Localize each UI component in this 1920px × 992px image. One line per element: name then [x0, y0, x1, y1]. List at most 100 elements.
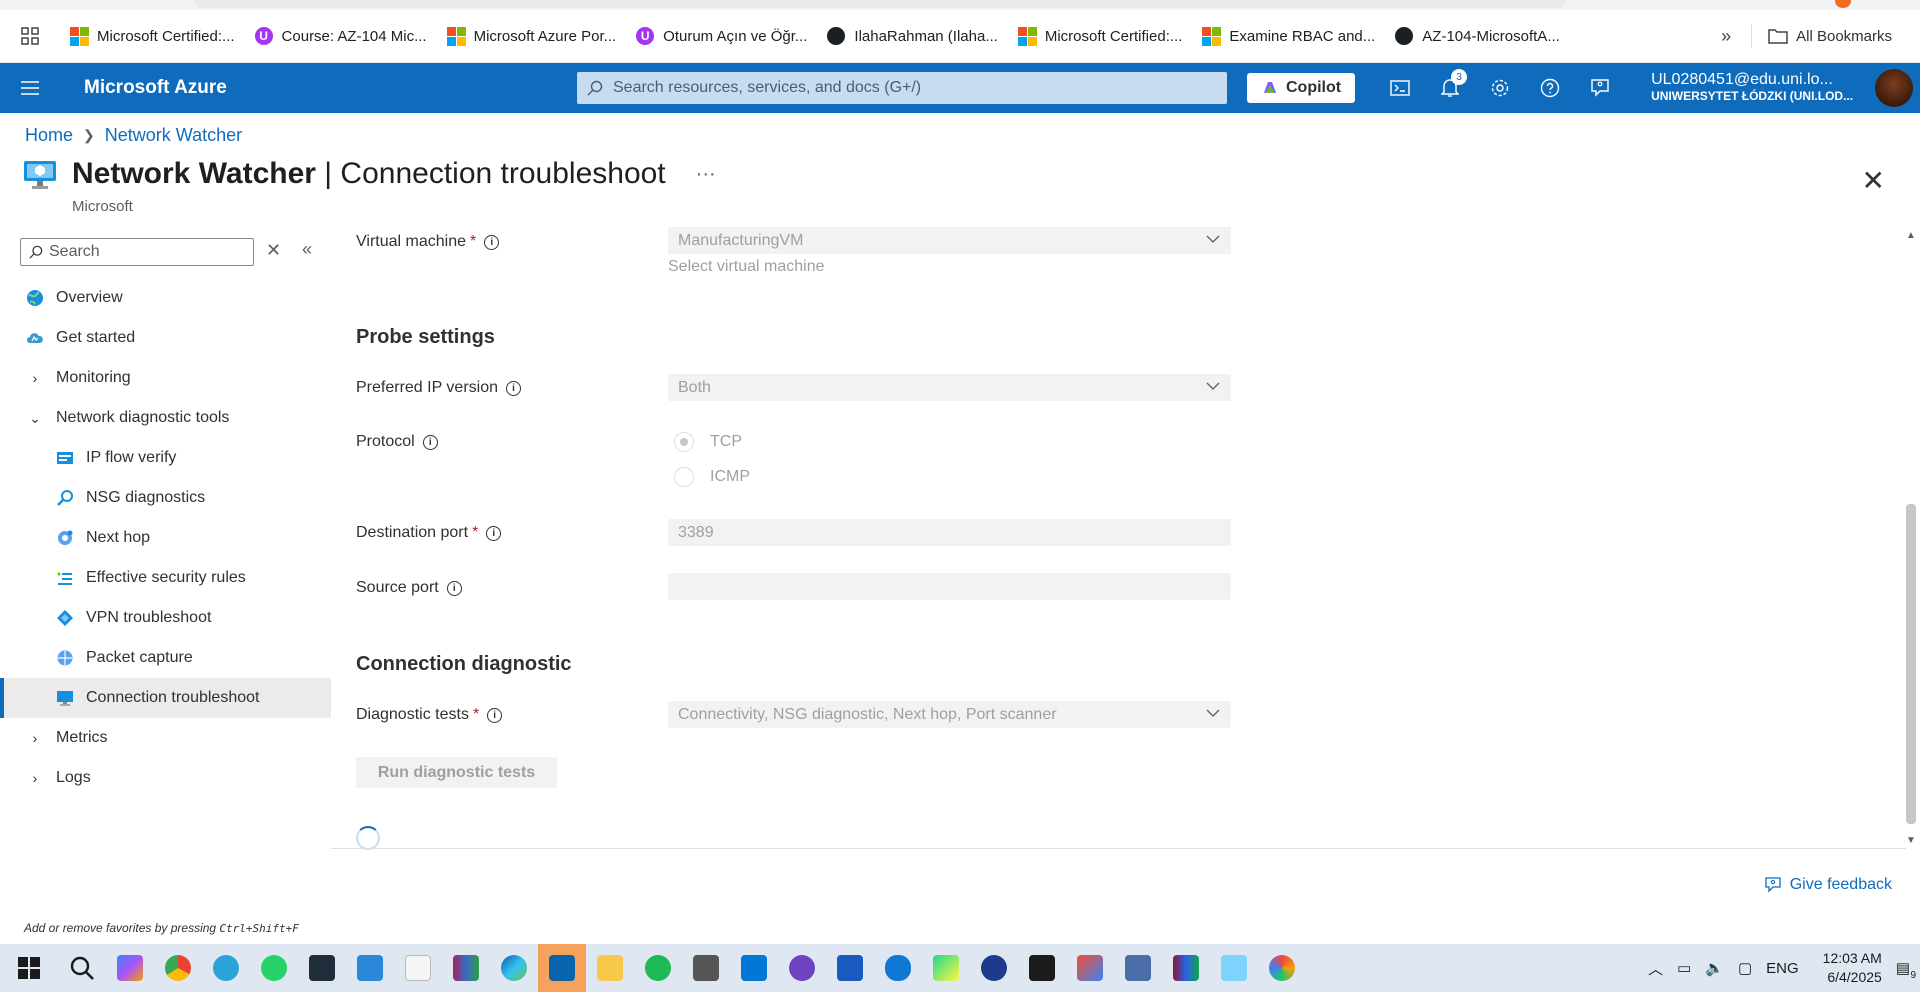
sidebar-item-nsg-diagnostics[interactable]: NSG diagnostics	[0, 478, 331, 518]
global-search-input[interactable]: Search resources, services, and docs (G+…	[577, 72, 1227, 104]
bookmark-7[interactable]: Examine RBAC and...	[1192, 20, 1385, 52]
bookmark-2[interactable]: U Course: AZ-104 Mic...	[245, 20, 437, 52]
cloud-shell-button[interactable]	[1375, 63, 1425, 113]
scroll-down-icon[interactable]: ▼	[1906, 835, 1916, 846]
scroll-up-icon[interactable]: ▲	[1906, 230, 1916, 241]
info-icon[interactable]: i	[484, 234, 500, 250]
notifications-button[interactable]: 3	[1425, 63, 1475, 113]
network-icon[interactable]: ▢	[1738, 959, 1752, 977]
address-bar[interactable]	[195, 0, 1565, 8]
github-desktop-app-icon[interactable]	[778, 944, 826, 992]
sidebar-item-ip-flow-verify[interactable]: IP flow verify	[0, 438, 331, 478]
portal-menu-button[interactable]	[0, 81, 60, 95]
network-app-icon[interactable]	[1114, 944, 1162, 992]
all-bookmarks-button[interactable]: All Bookmarks	[1751, 24, 1920, 48]
whatsapp-app-icon[interactable]	[250, 944, 298, 992]
source-port-input[interactable]	[668, 573, 1231, 600]
bookmark-6[interactable]: Microsoft Certified:...	[1008, 20, 1193, 52]
settings-button[interactable]	[1475, 63, 1525, 113]
run-diagnostic-tests-button[interactable]: Run diagnostic tests	[356, 757, 557, 788]
winrar-app-icon[interactable]	[442, 944, 490, 992]
powershell-app-icon[interactable]	[1018, 944, 1066, 992]
archive-app-icon[interactable]	[1162, 944, 1210, 992]
scrollbar-thumb[interactable]	[1906, 504, 1916, 824]
breadcrumb-home[interactable]: Home	[25, 125, 73, 146]
copilot-button[interactable]: Copilot	[1247, 73, 1356, 103]
sidebar-item-logs[interactable]: › Logs	[0, 758, 331, 798]
spotify-app-icon[interactable]	[634, 944, 682, 992]
sidebar-search-input[interactable]: Search	[20, 238, 254, 266]
clock[interactable]: 12:03 AM 6/4/2025	[1823, 949, 1882, 987]
bookmark-4[interactable]: U Oturum Açın ve Öğr...	[626, 20, 817, 52]
bookmark-8[interactable]: AZ-104-MicrosoftA...	[1385, 20, 1570, 52]
git-app-icon[interactable]	[1066, 944, 1114, 992]
bookmark-3[interactable]: Microsoft Azure Por...	[437, 20, 627, 52]
sidebar-item-packet-capture[interactable]: Packet capture	[0, 638, 331, 678]
give-feedback-link[interactable]: Give feedback	[1764, 876, 1892, 894]
chevron-up-icon[interactable]: ︿	[1648, 958, 1663, 979]
sidebar-item-get-started[interactable]: Get started	[0, 318, 331, 358]
ip-version-dropdown[interactable]: Both	[668, 374, 1231, 401]
destination-port-input[interactable]: 3389	[668, 519, 1231, 546]
word-app-icon[interactable]	[826, 944, 874, 992]
notes-app-icon[interactable]	[1210, 944, 1258, 992]
info-icon[interactable]: i	[487, 707, 503, 723]
bookmarks-overflow-button[interactable]: »	[1701, 26, 1751, 47]
more-actions-button[interactable]: ···	[696, 163, 716, 186]
language-indicator[interactable]: ENG	[1766, 960, 1799, 977]
outlook-app-icon[interactable]	[538, 944, 586, 992]
battery-icon[interactable]: ▭	[1677, 959, 1691, 977]
avatar[interactable]	[1875, 69, 1913, 107]
close-blade-button[interactable]: ✕	[1862, 164, 1885, 197]
contacts-app-icon[interactable]	[346, 944, 394, 992]
sidebar-item-metrics[interactable]: › Metrics	[0, 718, 331, 758]
account-menu[interactable]: UL0280451@edu.uni.lo... UNIWERSYTET ŁÓDZ…	[1651, 71, 1853, 105]
windows-taskbar: ︿ ▭ 🔈 ▢ ENG 12:03 AM 6/4/2025 ▤ 9	[0, 944, 1920, 992]
protocol-icmp-radio[interactable]: ICMP	[674, 467, 750, 487]
telegram-app-icon[interactable]	[202, 944, 250, 992]
microsoft-logo-icon	[70, 27, 89, 46]
taskbar-search-button[interactable]	[58, 944, 106, 992]
volume-icon[interactable]: 🔈	[1705, 959, 1724, 977]
sidebar-item-network-diagnostic-tools[interactable]: ⌄ Network diagnostic tools	[0, 398, 331, 438]
edge-app-icon[interactable]	[490, 944, 538, 992]
clion-app-icon[interactable]	[298, 944, 346, 992]
sidebar-item-vpn-troubleshoot[interactable]: VPN troubleshoot	[0, 598, 331, 638]
info-icon[interactable]: i	[506, 380, 521, 396]
sidebar-item-next-hop[interactable]: Next hop	[0, 518, 331, 558]
azure-brand[interactable]: Microsoft Azure	[60, 77, 577, 99]
protocol-tcp-radio[interactable]: TCP	[674, 432, 742, 452]
app-icon-generic[interactable]	[970, 944, 1018, 992]
vscode-app-icon[interactable]	[730, 944, 778, 992]
sidebar-item-connection-troubleshoot[interactable]: Connection troubleshoot	[0, 678, 331, 718]
snipping-tool-app-icon[interactable]	[682, 944, 730, 992]
feedback-header-button[interactable]	[1575, 63, 1625, 113]
notification-center-icon[interactable]: ▤ 9	[1896, 959, 1916, 981]
main-scrollbar[interactable]: ▲ ▼	[1902, 228, 1920, 848]
copilot-app-icon[interactable]	[106, 944, 154, 992]
sidebar-item-effective-security-rules[interactable]: Effective security rules	[0, 558, 331, 598]
sidebar-item-overview[interactable]: Overview	[0, 278, 331, 318]
bookmark-1[interactable]: Microsoft Certified:...	[60, 20, 245, 52]
breadcrumb-network-watcher[interactable]: Network Watcher	[105, 125, 242, 146]
info-icon[interactable]: i	[422, 434, 438, 450]
notepad-app-icon[interactable]	[394, 944, 442, 992]
help-button[interactable]	[1525, 63, 1575, 113]
chrome-app-icon[interactable]	[154, 944, 202, 992]
info-icon[interactable]: i	[446, 580, 462, 596]
info-icon[interactable]: i	[486, 525, 502, 541]
diagnostic-tests-dropdown[interactable]: Connectivity, NSG diagnostic, Next hop, …	[668, 701, 1231, 728]
virtual-machine-dropdown[interactable]: ManufacturingVM	[668, 227, 1231, 254]
apps-grid-icon[interactable]	[0, 27, 60, 45]
start-button[interactable]	[0, 944, 58, 992]
file-explorer-app-icon[interactable]	[586, 944, 634, 992]
pycharm-app-icon[interactable]	[922, 944, 970, 992]
onedrive-app-icon[interactable]	[874, 944, 922, 992]
paint-app-icon[interactable]	[1258, 944, 1306, 992]
sidebar-nav: Overview Get started › Monitoring ⌄ Netw…	[0, 278, 331, 798]
browser-profile-icon[interactable]	[1835, 0, 1851, 8]
bookmark-5[interactable]: IlahaRahman (Ilaha...	[817, 20, 1007, 52]
sidebar-item-monitoring[interactable]: › Monitoring	[0, 358, 331, 398]
collapse-sidebar-button[interactable]: «	[302, 239, 312, 260]
clear-search-button[interactable]: ✕	[266, 240, 281, 261]
